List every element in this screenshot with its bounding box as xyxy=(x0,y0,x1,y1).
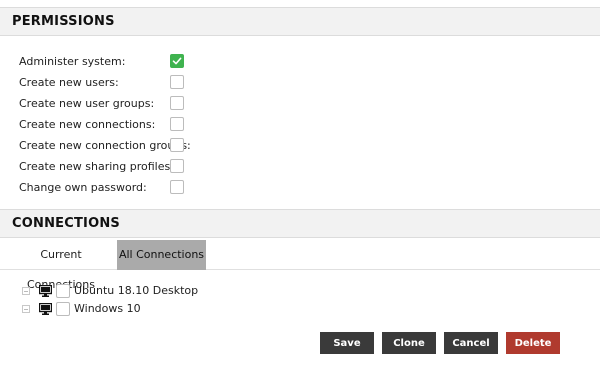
connections-title: CONNECTIONS xyxy=(12,216,120,231)
expand-toggle-icon[interactable] xyxy=(22,287,30,295)
monitor-icon xyxy=(39,285,52,297)
permission-label: Create new sharing profiles: xyxy=(19,160,174,173)
checkmark-icon xyxy=(172,57,182,65)
monitor-icon xyxy=(39,303,52,315)
connections-tabs: Current Connections All Connections xyxy=(0,240,600,291)
tab-all-connections[interactable]: All Connections xyxy=(117,240,206,270)
connection-label[interactable]: Windows 10 xyxy=(74,302,141,315)
permission-label: Create new connections: xyxy=(19,118,156,131)
permissions-title: PERMISSIONS xyxy=(12,14,115,29)
administer-system-checkbox[interactable] xyxy=(170,54,184,68)
tab-current-connections[interactable]: Current Connections xyxy=(8,240,114,291)
create-user-groups-checkbox[interactable] xyxy=(170,96,184,110)
save-button[interactable]: Save xyxy=(320,332,374,354)
permission-label: Create new users: xyxy=(19,76,119,89)
cancel-button[interactable]: Cancel xyxy=(444,332,498,354)
windows-checkbox[interactable] xyxy=(56,302,70,316)
create-connections-checkbox[interactable] xyxy=(170,117,184,131)
permission-label: Administer system: xyxy=(19,55,126,68)
create-connection-groups-checkbox[interactable] xyxy=(170,138,184,152)
create-users-checkbox[interactable] xyxy=(170,75,184,89)
permissions-header: PERMISSIONS xyxy=(0,7,600,36)
connections-header: CONNECTIONS xyxy=(0,209,600,238)
permission-label: Create new user groups: xyxy=(19,97,155,110)
delete-button[interactable]: Delete xyxy=(506,332,560,354)
expand-toggle-icon[interactable] xyxy=(22,305,30,313)
create-sharing-profiles-checkbox[interactable] xyxy=(170,159,184,173)
permission-label: Create new connection groups: xyxy=(19,139,191,152)
permission-label: Change own password: xyxy=(19,181,147,194)
change-password-checkbox[interactable] xyxy=(170,180,184,194)
connection-label[interactable]: Ubuntu 18.10 Desktop xyxy=(74,284,198,297)
clone-button[interactable]: Clone xyxy=(382,332,436,354)
ubuntu-checkbox[interactable] xyxy=(56,284,70,298)
